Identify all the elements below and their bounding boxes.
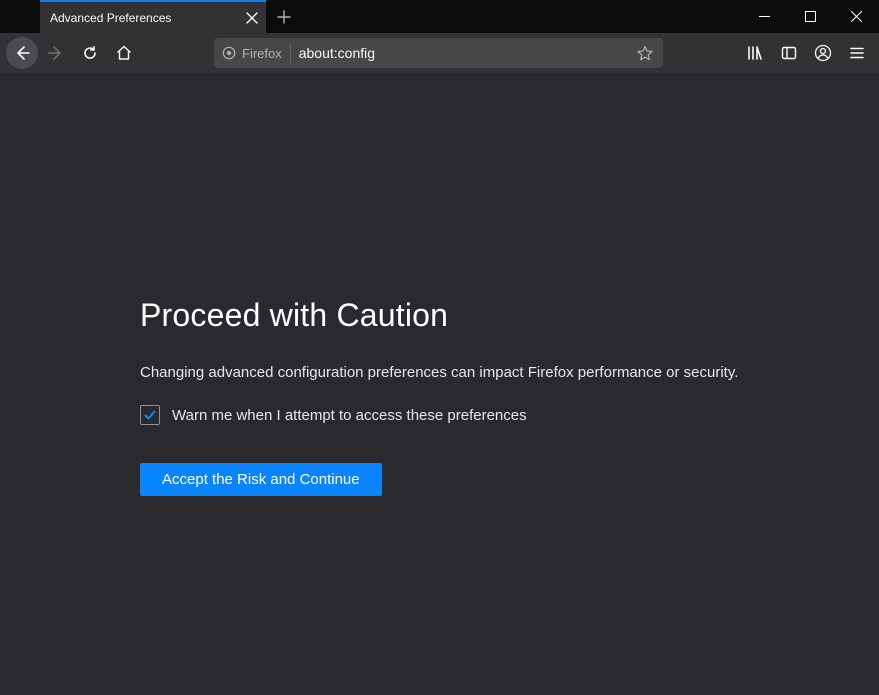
accept-risk-button[interactable]: Accept the Risk and Continue xyxy=(140,463,382,496)
library-icon xyxy=(747,45,763,61)
checkmark-icon xyxy=(143,408,157,422)
url-input[interactable] xyxy=(291,38,631,68)
close-icon xyxy=(851,11,862,22)
sidebar-icon xyxy=(781,45,797,61)
window-controls xyxy=(741,0,879,33)
app-menu-button[interactable] xyxy=(841,37,873,69)
identity-label: Firefox xyxy=(242,46,282,61)
maximize-icon xyxy=(805,11,816,22)
browser-tab[interactable]: Advanced Preferences xyxy=(40,0,266,33)
plus-icon xyxy=(277,10,291,24)
warn-checkbox[interactable] xyxy=(140,405,160,425)
account-button[interactable] xyxy=(807,37,839,69)
library-button[interactable] xyxy=(739,37,771,69)
hamburger-icon xyxy=(849,45,865,61)
page-heading: Proceed with Caution xyxy=(140,297,879,334)
warn-checkbox-label: Warn me when I attempt to access these p… xyxy=(172,407,527,424)
home-icon xyxy=(116,45,132,61)
arrow-right-icon xyxy=(48,45,64,61)
close-tab-button[interactable] xyxy=(242,8,262,28)
page-body-text: Changing advanced configuration preferen… xyxy=(140,364,879,381)
home-button[interactable] xyxy=(108,37,140,69)
identity-box[interactable]: Firefox xyxy=(222,42,291,64)
close-icon xyxy=(246,12,258,24)
minimize-button[interactable] xyxy=(741,0,787,33)
bookmark-button[interactable] xyxy=(631,39,659,67)
url-bar[interactable]: Firefox xyxy=(214,38,663,68)
back-button[interactable] xyxy=(6,37,38,69)
reload-button[interactable] xyxy=(74,37,106,69)
forward-button[interactable] xyxy=(40,37,72,69)
titlebar: Advanced Preferences xyxy=(0,0,879,33)
toolbar-right xyxy=(739,37,873,69)
star-icon xyxy=(637,45,653,61)
minimize-icon xyxy=(759,11,770,22)
nav-toolbar: Firefox xyxy=(0,33,879,73)
account-icon xyxy=(814,44,832,62)
arrow-left-icon xyxy=(14,45,30,61)
maximize-button[interactable] xyxy=(787,0,833,33)
reload-icon xyxy=(82,45,98,61)
tab-drag-space[interactable] xyxy=(0,0,40,33)
sidebar-button[interactable] xyxy=(773,37,805,69)
tab-title: Advanced Preferences xyxy=(50,11,242,25)
window-close-button[interactable] xyxy=(833,0,879,33)
content-area: Proceed with Caution Changing advanced c… xyxy=(0,73,879,695)
firefox-icon xyxy=(222,46,236,60)
new-tab-button[interactable] xyxy=(266,0,302,33)
warn-checkbox-row[interactable]: Warn me when I attempt to access these p… xyxy=(140,405,879,425)
